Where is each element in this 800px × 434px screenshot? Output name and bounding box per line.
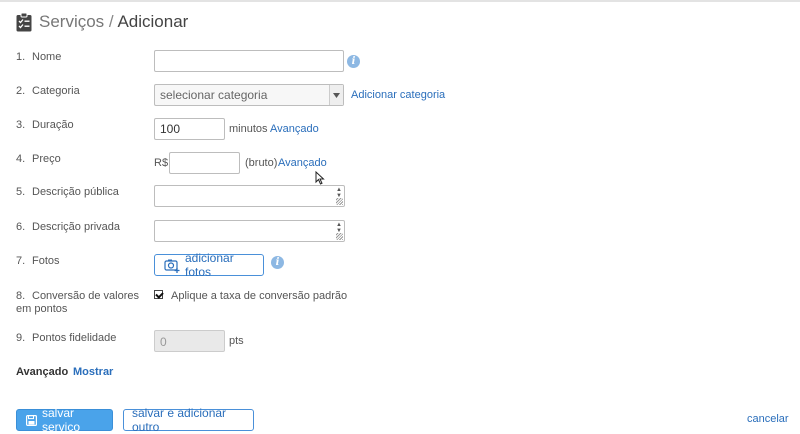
categoria-label: 2. Categoria <box>16 85 80 97</box>
advanced-label: Avançado <box>16 366 69 378</box>
categoria-selected-value: selecionar categoria <box>160 88 268 102</box>
add-photos-label: adicionar fotos <box>185 251 234 279</box>
preco-advanced-link[interactable]: Avançado <box>278 157 327 170</box>
duracao-advanced-link[interactable]: Avançado <box>270 123 319 136</box>
conversion-checkbox[interactable] <box>154 290 163 299</box>
resize-grip-icon[interactable] <box>336 198 343 205</box>
breadcrumb-current: Adicionar <box>117 12 189 31</box>
top-border <box>0 0 800 2</box>
duracao-input[interactable] <box>154 118 225 140</box>
mouse-cursor-icon <box>315 170 325 190</box>
pontos-label: 9. Pontos fidelidade <box>16 332 117 344</box>
add-photos-button[interactable]: adicionar fotos <box>154 251 264 279</box>
clipboard-icon <box>16 12 32 32</box>
info-icon[interactable]: i <box>347 55 360 68</box>
duracao-label: 3. Duração <box>16 119 74 131</box>
save-and-add-label: salvar e adicionar outro <box>132 406 227 434</box>
info-icon[interactable]: i <box>271 256 284 269</box>
categoria-select[interactable]: selecionar categoria <box>154 84 344 106</box>
preco-input[interactable] <box>169 152 240 174</box>
resize-grip-icon[interactable] <box>336 233 343 240</box>
save-and-add-button[interactable]: salvar e adicionar outro <box>123 406 254 434</box>
pontos-input: 0 <box>154 330 225 352</box>
descricao-publica-label: 5. Descrição pública <box>16 186 119 198</box>
preco-suffix: (bruto) <box>245 157 278 169</box>
camera-add-icon <box>164 258 180 273</box>
page-header: Serviços / Adicionar <box>16 12 188 32</box>
duracao-unit: minutos <box>229 123 268 135</box>
chevron-down-icon <box>329 85 343 105</box>
nome-input[interactable] <box>154 50 344 72</box>
fotos-label: 7. Fotos <box>16 255 60 267</box>
breadcrumb-separator: / <box>108 12 114 31</box>
cancel-link[interactable]: cancelar <box>747 413 789 426</box>
page-title: Serviços / Adicionar <box>39 12 188 32</box>
preco-label: 4. Preço <box>16 153 61 165</box>
currency-label: R$ <box>154 157 169 169</box>
save-service-button[interactable]: salvar serviço <box>16 406 113 434</box>
advanced-toggle-link[interactable]: Mostrar <box>73 366 113 378</box>
pontos-unit: pts <box>229 335 244 347</box>
add-category-link[interactable]: Adicionar categoria <box>351 89 445 102</box>
conversion-checkbox-label: Aplique a taxa de conversão padrão <box>171 290 348 302</box>
conversao-label: 8. Conversão de valores em pontos <box>16 290 140 315</box>
floppy-disk-icon <box>26 414 37 426</box>
breadcrumb-section[interactable]: Serviços <box>39 12 104 31</box>
nome-label: 1. Nome <box>16 51 62 63</box>
descricao-privada-label: 6. Descrição privada <box>16 221 121 233</box>
save-service-label: salvar serviço <box>42 406 81 434</box>
descricao-privada-textarea[interactable]: ▲ ▼ <box>154 220 345 242</box>
